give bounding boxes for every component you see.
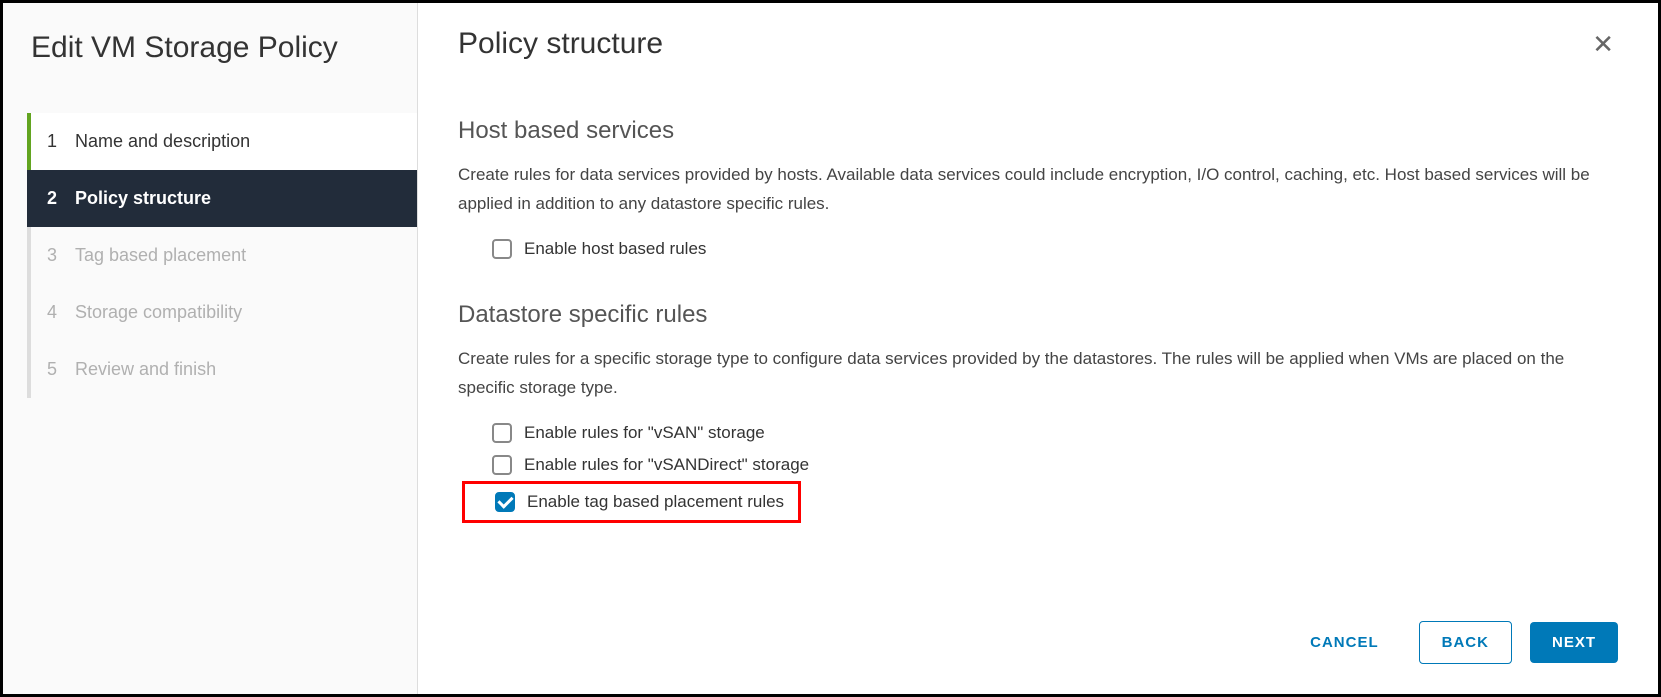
wizard-footer: CANCEL BACK NEXT	[458, 597, 1618, 694]
enable-vsandirect-rules-checkbox[interactable]	[492, 455, 512, 475]
step-number: 5	[47, 359, 75, 380]
enable-host-based-rules-checkbox[interactable]	[492, 239, 512, 259]
datastore-specific-rules-section: Datastore specific rules Create rules fo…	[458, 301, 1618, 523]
datastore-section-title: Datastore specific rules	[458, 301, 1618, 329]
sidebar-title: Edit VM Storage Policy	[3, 3, 417, 113]
step-number: 4	[47, 302, 75, 323]
host-based-services-section: Host based services Create rules for dat…	[458, 117, 1618, 265]
step-number: 1	[47, 131, 75, 152]
close-icon[interactable]: ✕	[1588, 27, 1618, 61]
step-number: 3	[47, 245, 75, 266]
next-button[interactable]: NEXT	[1530, 622, 1618, 663]
wizard-step-storage-compatibility: 4 Storage compatibility	[27, 284, 417, 341]
enable-vsan-rules-checkbox[interactable]	[492, 423, 512, 443]
wizard-steps: 1 Name and description 2 Policy structur…	[3, 113, 417, 398]
cancel-button[interactable]: CANCEL	[1288, 622, 1401, 663]
step-label: Tag based placement	[75, 245, 246, 266]
enable-tag-based-placement-row[interactable]: Enable tag based placement rules	[495, 486, 788, 518]
content-header: Policy structure ✕	[458, 27, 1618, 61]
wizard-content: Policy structure ✕ Host based services C…	[418, 3, 1658, 694]
checkbox-label: Enable rules for "vSAN" storage	[524, 423, 765, 443]
back-button[interactable]: BACK	[1419, 621, 1512, 664]
checkbox-label: Enable host based rules	[524, 239, 706, 259]
step-label: Policy structure	[75, 188, 211, 209]
enable-vsan-rules-row[interactable]: Enable rules for "vSAN" storage	[458, 417, 1618, 449]
enable-host-based-rules-row[interactable]: Enable host based rules	[458, 233, 1618, 265]
enable-vsandirect-rules-row[interactable]: Enable rules for "vSANDirect" storage	[458, 449, 1618, 481]
wizard-step-name-description[interactable]: 1 Name and description	[27, 113, 417, 170]
host-section-desc: Create rules for data services provided …	[458, 161, 1618, 219]
page-title: Policy structure	[458, 27, 663, 61]
highlighted-option: Enable tag based placement rules	[462, 481, 801, 523]
wizard-sidebar: Edit VM Storage Policy 1 Name and descri…	[3, 3, 418, 694]
host-section-title: Host based services	[458, 117, 1618, 145]
wizard-step-review-finish: 5 Review and finish	[27, 341, 417, 398]
checkbox-label: Enable rules for "vSANDirect" storage	[524, 455, 809, 475]
step-label: Name and description	[75, 131, 250, 152]
checkbox-label: Enable tag based placement rules	[527, 492, 784, 512]
edit-vm-storage-policy-dialog: Edit VM Storage Policy 1 Name and descri…	[3, 3, 1658, 694]
wizard-step-policy-structure[interactable]: 2 Policy structure	[27, 170, 417, 227]
enable-tag-based-placement-checkbox[interactable]	[495, 492, 515, 512]
step-label: Storage compatibility	[75, 302, 242, 323]
datastore-section-desc: Create rules for a specific storage type…	[458, 345, 1618, 403]
step-label: Review and finish	[75, 359, 216, 380]
step-number: 2	[47, 188, 75, 209]
wizard-step-tag-based-placement: 3 Tag based placement	[27, 227, 417, 284]
